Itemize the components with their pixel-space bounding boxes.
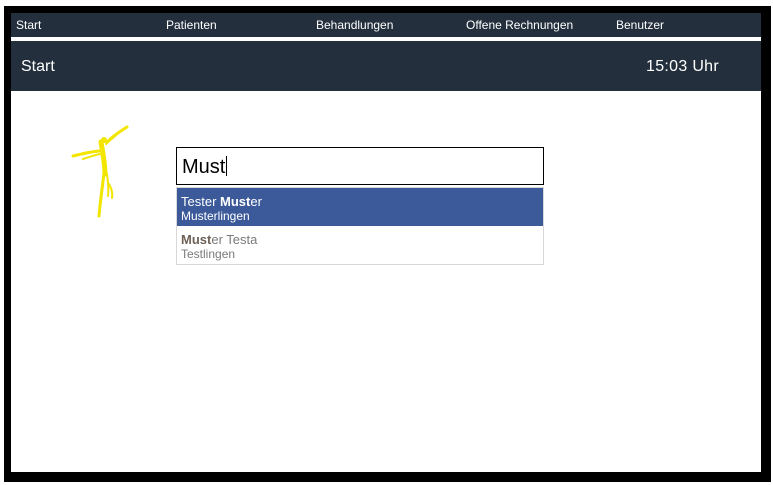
nav-item-offene-rechnungen[interactable]: Offene Rechnungen bbox=[466, 18, 573, 32]
suggestion-name: Tester Muster bbox=[181, 194, 262, 209]
top-navigation: Start Patienten Behandlungen Offene Rech… bbox=[11, 13, 761, 37]
nav-item-benutzer[interactable]: Benutzer bbox=[616, 18, 664, 32]
autocomplete-list: Tester Muster Musterlingen Muster Testa … bbox=[176, 187, 544, 265]
nav-item-patienten[interactable]: Patienten bbox=[166, 18, 217, 32]
nav-item-start[interactable]: Start bbox=[16, 18, 41, 32]
search-input-text: Must bbox=[182, 156, 228, 178]
nav-item-behandlungen[interactable]: Behandlungen bbox=[316, 18, 393, 32]
page-header: Start 15:03 Uhr bbox=[11, 41, 761, 91]
dancer-logo-icon bbox=[71, 125, 129, 218]
search-input[interactable]: Must bbox=[176, 147, 544, 185]
page-title: Start bbox=[21, 58, 55, 75]
suggestion-item[interactable]: Muster Testa Testlingen bbox=[177, 226, 543, 264]
text-caret bbox=[226, 156, 228, 176]
suggestion-place: Musterlingen bbox=[181, 209, 250, 223]
clock: 15:03 Uhr bbox=[646, 58, 719, 75]
suggestion-place: Testlingen bbox=[181, 247, 236, 261]
main-content: Must Tester Muster Musterlingen Muster T… bbox=[11, 91, 761, 472]
suggestion-name: Muster Testa bbox=[181, 232, 258, 247]
suggestion-item[interactable]: Tester Muster Musterlingen bbox=[177, 188, 543, 226]
